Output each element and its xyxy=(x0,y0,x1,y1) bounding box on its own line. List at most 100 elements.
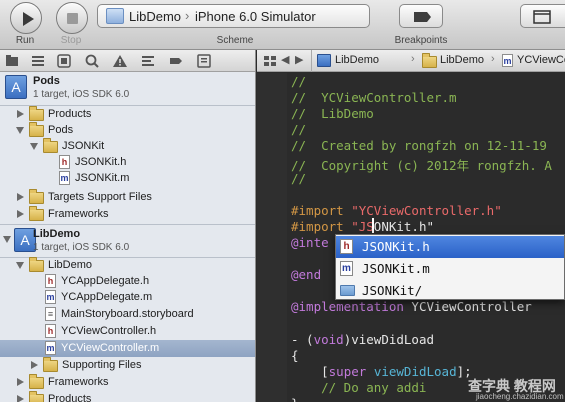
folder-icon xyxy=(29,206,44,221)
disclosure-closed-icon[interactable] xyxy=(17,395,24,402)
code-line[interactable]: @inte xyxy=(291,235,329,250)
warning-icon[interactable] xyxy=(112,53,128,69)
tree-folder-products-2[interactable]: Products xyxy=(0,391,255,402)
folder-icon[interactable] xyxy=(4,53,20,69)
breakpoint-navigator-icon[interactable] xyxy=(168,53,184,69)
code-line[interactable]: // Do any addi xyxy=(291,380,426,395)
tree-project-pods[interactable]: A Pods 1 target, iOS SDK 6.0 xyxy=(0,72,255,104)
folder-icon xyxy=(29,391,44,402)
code-line[interactable]: #import "YCViewController.h" xyxy=(291,203,502,218)
code-token: @inte xyxy=(291,235,329,250)
forward-arrow-icon[interactable]: ▶ xyxy=(295,53,303,66)
tree-item-label: Supporting Files xyxy=(62,359,142,371)
header-file-icon: h xyxy=(45,274,56,288)
tree-file-ycappdelegate-h[interactable]: h YCAppDelegate.h xyxy=(0,273,255,290)
stop-icon xyxy=(67,13,78,24)
disclosure-closed-icon[interactable] xyxy=(17,378,24,386)
tree-folder-products[interactable]: Products xyxy=(0,106,255,123)
storyboard-file-icon: ≡ xyxy=(45,307,56,321)
tree-folder-frameworks[interactable]: Frameworks xyxy=(0,206,255,223)
folder-icon xyxy=(422,53,437,68)
code-line[interactable]: @implementation YCViewController xyxy=(291,299,532,314)
tree-folder-supporting-files[interactable]: Supporting Files xyxy=(0,357,255,374)
code-line[interactable]: } xyxy=(291,396,299,402)
search-icon[interactable] xyxy=(84,53,100,69)
code-line[interactable]: { xyxy=(291,348,299,363)
jumpbar-project[interactable]: LibDemo xyxy=(335,54,379,66)
jumpbar-file[interactable]: YCViewCo xyxy=(517,54,565,66)
tree-folder-jsonkit[interactable]: JSONKit xyxy=(0,138,255,155)
disclosure-open-icon[interactable] xyxy=(30,143,38,150)
disclosure-closed-icon[interactable] xyxy=(17,193,24,201)
code-token: { xyxy=(291,347,299,363)
code-completion-popup[interactable]: h JSONKit.h m JSONKit.m JSONKit/ xyxy=(335,234,565,300)
header-file-icon: h xyxy=(45,324,56,338)
tree-file-jsonkit-m[interactable]: m JSONKit.m xyxy=(0,170,255,187)
back-arrow-icon[interactable]: ◀ xyxy=(281,53,289,66)
code-token: #import xyxy=(291,218,352,234)
log-icon[interactable] xyxy=(196,53,212,69)
tree-folder-targets-support[interactable]: Targets Support Files xyxy=(0,189,255,206)
tree-file-ycviewcontroller-h[interactable]: h YCViewController.h xyxy=(0,323,255,340)
disclosure-open-icon[interactable] xyxy=(3,236,11,243)
related-items-icon[interactable] xyxy=(262,53,278,69)
run-button[interactable] xyxy=(10,2,42,34)
folder-icon xyxy=(29,106,44,121)
code-line[interactable]: // YCViewController.m xyxy=(291,90,457,105)
code-line[interactable]: // xyxy=(291,171,306,186)
code-line[interactable]: // LibDemo xyxy=(291,106,374,121)
code-token: // xyxy=(291,170,307,186)
code-token: } xyxy=(291,396,299,402)
editor-mode-button[interactable] xyxy=(520,4,565,28)
tree-folder-libdemo[interactable]: LibDemo xyxy=(0,257,255,274)
tree-item-label: Frameworks xyxy=(48,208,109,220)
scheme-separator-icon: › xyxy=(185,8,190,23)
tree-item-label: YCViewController.h xyxy=(61,325,157,337)
scheme-selector[interactable]: LibDemo › iPhone 6.0 Simulator xyxy=(97,4,370,28)
code-line[interactable]: [super viewDidLoad]; xyxy=(291,364,472,379)
disclosure-open-icon[interactable] xyxy=(16,262,24,269)
breakpoints-button[interactable] xyxy=(399,4,443,28)
folder-icon xyxy=(29,189,44,204)
code-token: YCViewController xyxy=(411,299,532,315)
project-icon: A xyxy=(5,75,27,99)
tree-file-mainstoryboard[interactable]: ≡ MainStoryboard.storyboard xyxy=(0,306,255,323)
tree-folder-frameworks-2[interactable]: Frameworks xyxy=(0,374,255,391)
disclosure-closed-icon[interactable] xyxy=(31,361,38,369)
disclosure-closed-icon[interactable] xyxy=(17,210,24,218)
scheme-destination[interactable]: iPhone 6.0 Simulator xyxy=(195,9,316,24)
debug-icon[interactable] xyxy=(140,53,156,69)
tree-project-libdemo[interactable]: A LibDemo 1 target, iOS SDK 6.0 xyxy=(0,225,255,257)
symbol-icon[interactable] xyxy=(56,53,72,69)
completion-item-jsonkit-h[interactable]: h JSONKit.h xyxy=(336,236,564,258)
tree-file-ycviewcontroller-m[interactable]: m YCViewController.m xyxy=(0,340,255,357)
jumpbar-group[interactable]: LibDemo xyxy=(440,54,484,66)
header-file-icon: h xyxy=(59,155,70,169)
code-token: - ( xyxy=(291,331,314,347)
tree-item-label: YCViewController.m xyxy=(61,342,160,354)
scheme-project[interactable]: LibDemo xyxy=(129,9,181,24)
code-line[interactable]: // xyxy=(291,74,306,89)
disclosure-closed-icon[interactable] xyxy=(17,110,24,118)
code-line[interactable]: // Copyright (c) 2012年 rongfzh. A xyxy=(291,155,552,174)
code-token: // Created by rongfzh on 12-11-19 xyxy=(291,138,547,154)
code-line[interactable]: // xyxy=(291,122,306,137)
completion-item-jsonkit-m[interactable]: m JSONKit.m xyxy=(336,258,564,280)
code-token: #import xyxy=(291,202,352,218)
disclosure-open-icon[interactable] xyxy=(16,127,24,134)
tree-item-label: LibDemo xyxy=(48,259,93,271)
folder-icon xyxy=(29,374,44,389)
code-line[interactable]: #import "JSONKit.h" xyxy=(291,219,434,234)
tree-folder-pods[interactable]: Pods xyxy=(0,122,255,139)
tree-file-ycappdelegate-m[interactable]: m YCAppDelegate.m xyxy=(0,289,255,306)
completion-label: JSONKit.h xyxy=(362,239,430,254)
list-icon[interactable] xyxy=(30,53,46,69)
stop-button[interactable] xyxy=(56,2,88,34)
tree-file-jsonkit-h[interactable]: h JSONKit.h xyxy=(0,154,255,171)
code-line[interactable]: // Created by rongfzh on 12-11-19 xyxy=(291,138,547,153)
code-line[interactable]: - (void)viewDidLoad xyxy=(291,332,434,347)
code-token: viewDidLoad xyxy=(373,363,457,379)
completion-item-jsonkit-folder[interactable]: JSONKit/ xyxy=(336,280,564,299)
implementation-file-icon: m xyxy=(45,290,56,304)
code-line[interactable]: @end xyxy=(291,267,321,282)
